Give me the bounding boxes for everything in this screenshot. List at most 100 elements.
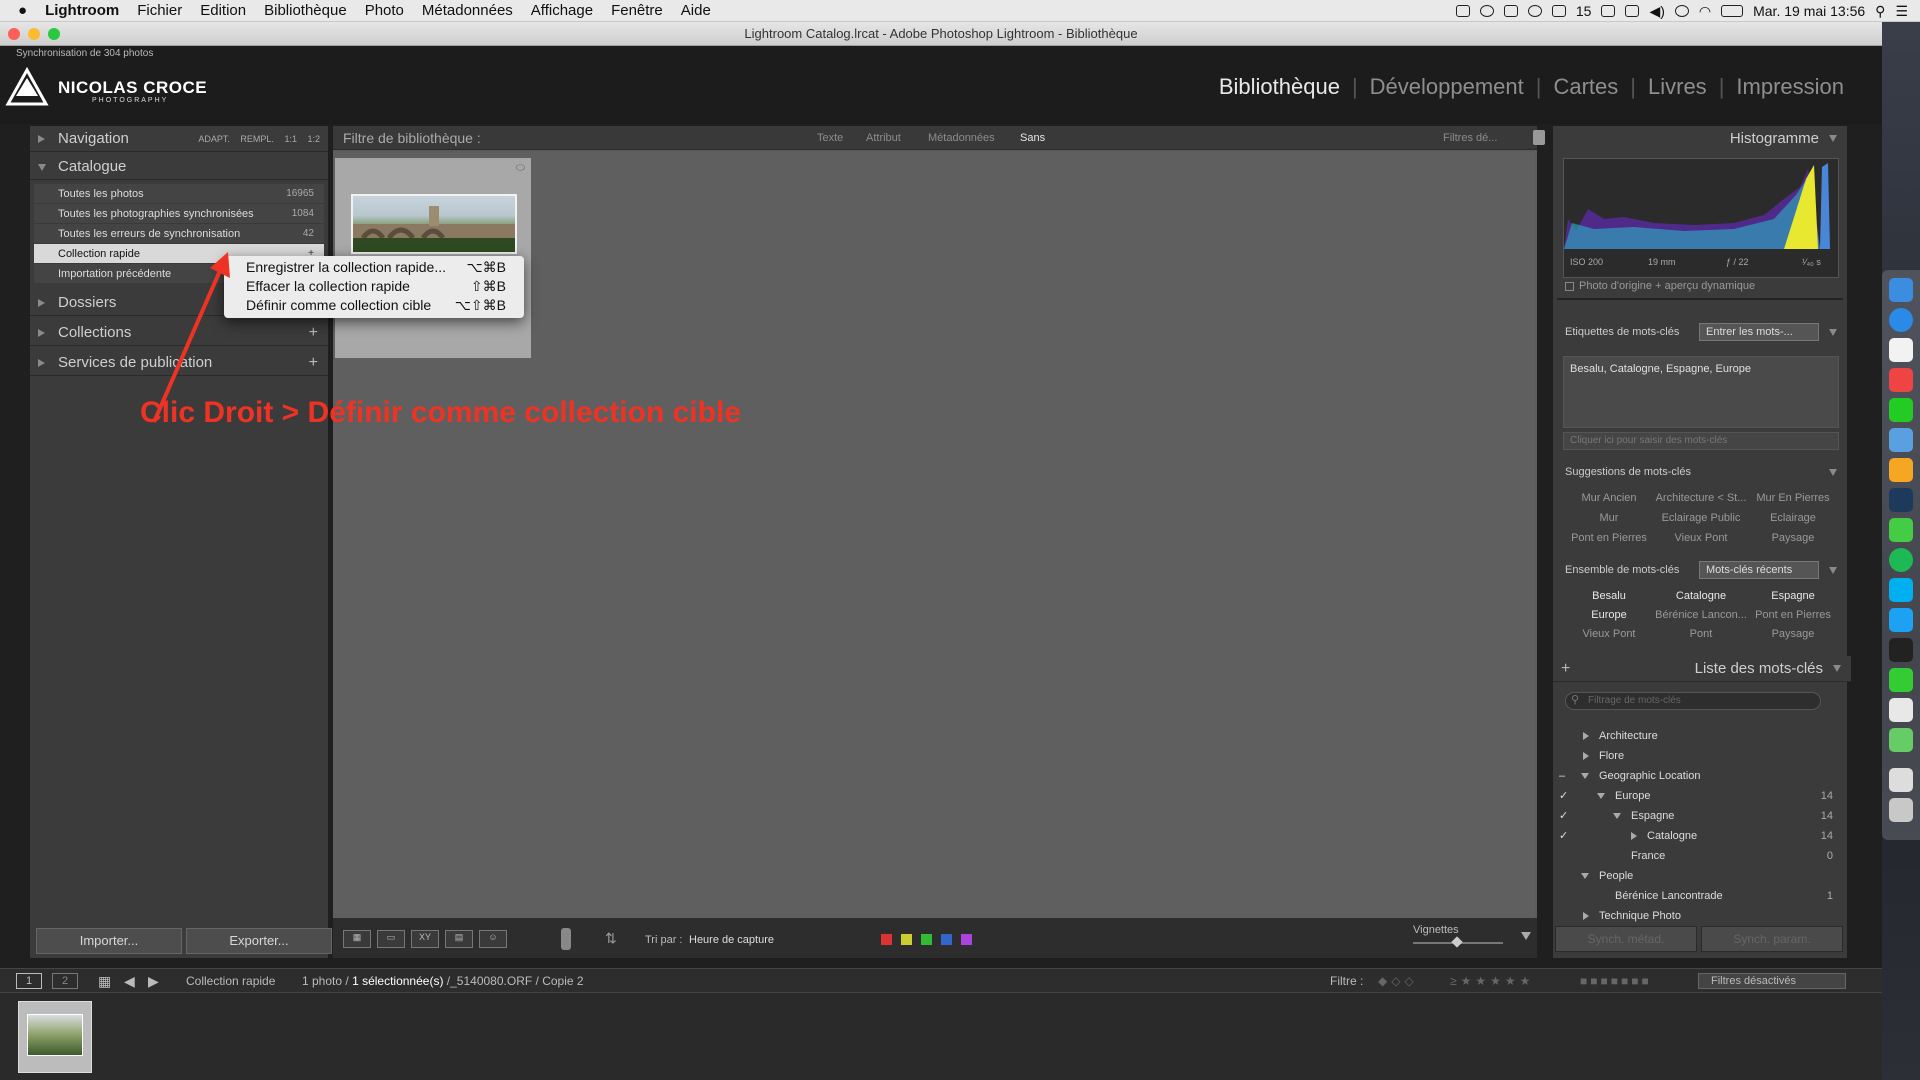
filter-tab-metadata[interactable]: Métadonnées xyxy=(928,126,995,150)
menu-photo[interactable]: Photo xyxy=(356,2,413,19)
filmstrip-thumbnail[interactable] xyxy=(18,1001,92,1073)
menu-help[interactable]: Aide xyxy=(672,2,720,19)
menu-window[interactable]: Fenêtre xyxy=(602,2,672,19)
suggestion-chip[interactable]: Eclairage xyxy=(1747,508,1839,528)
spotify-icon[interactable] xyxy=(1889,548,1913,572)
filter-flags-icon[interactable]: ◆◇◇ xyxy=(1378,969,1418,993)
expanded-triangle-icon[interactable] xyxy=(1581,873,1589,879)
expanded-triangle-icon[interactable] xyxy=(1829,329,1837,336)
keyword-set-dropdown[interactable]: Mots-clés récents xyxy=(1699,561,1819,579)
documents-icon[interactable] xyxy=(1889,768,1913,792)
loupe-view-icon[interactable]: ▭ xyxy=(377,930,405,948)
painter-icon[interactable] xyxy=(561,928,571,950)
keyword-entry-mode-dropdown[interactable]: Entrer les mots-... xyxy=(1699,323,1819,341)
keyword-list-header[interactable]: + Liste des mots-clés xyxy=(1553,656,1851,682)
status-icon[interactable] xyxy=(1551,5,1566,17)
clock[interactable]: Mar. 19 mai 13:56 xyxy=(1753,3,1865,19)
zoom-1-1[interactable]: 1:1 xyxy=(284,134,297,144)
keyword-set-item[interactable]: Pont en Pierres xyxy=(1747,605,1839,625)
keyword-row[interactable]: ✓ Espagne 14 xyxy=(1559,806,1843,826)
evernote-icon[interactable] xyxy=(1889,398,1913,422)
add-publish-service-icon[interactable]: + xyxy=(309,350,318,376)
main-window-button[interactable]: 1 xyxy=(16,973,42,989)
keyword-row[interactable]: Flore xyxy=(1559,746,1843,766)
photo-thumbnail[interactable] xyxy=(351,194,517,254)
catalog-item-sync-errors[interactable]: Toutes les erreurs de synchronisation 42 xyxy=(34,224,324,244)
module-print[interactable]: Impression xyxy=(1724,74,1856,100)
survey-view-icon[interactable]: ▤ xyxy=(445,930,473,948)
sort-direction-icon[interactable]: ⇅ xyxy=(605,930,617,947)
keyword-set-item[interactable]: Catalogne xyxy=(1655,586,1747,606)
menu-item-save-quick-collection[interactable]: Enregistrer la collection rapide... ⌥⌘B xyxy=(246,258,516,277)
histogram-header[interactable]: Histogramme xyxy=(1553,126,1847,152)
navigator-header[interactable]: Navigation ADAPT. REMPL. 1:1 1:2 xyxy=(30,126,328,152)
menu-library[interactable]: Bibliothèque xyxy=(255,2,356,19)
people-view-icon[interactable]: ☺ xyxy=(479,930,507,948)
calendar-icon[interactable] xyxy=(1889,338,1913,362)
status-icon[interactable] xyxy=(1503,5,1518,17)
zoom-fill[interactable]: REMPL. xyxy=(240,134,274,144)
close-button[interactable] xyxy=(8,28,20,40)
suggestion-chip[interactable]: Mur xyxy=(1563,508,1655,528)
minimize-button[interactable] xyxy=(28,28,40,40)
leaf-icon[interactable] xyxy=(1889,518,1913,542)
keyword-set-item[interactable]: Bérénice Lancon... xyxy=(1655,605,1747,625)
catalog-item-all-photos[interactable]: Toutes les photos 16965 xyxy=(34,184,324,204)
grid-view-icon[interactable]: ▦ xyxy=(343,930,371,948)
keyword-row[interactable]: – Geographic Location xyxy=(1559,766,1843,786)
menu-item-set-target-collection[interactable]: Définir comme collection cible ⌥⇧⌘B xyxy=(246,296,516,315)
skype-icon[interactable] xyxy=(1889,578,1913,602)
maps-icon[interactable] xyxy=(1889,728,1913,752)
suggestion-chip[interactable]: Mur Ancien xyxy=(1563,488,1655,508)
safari-icon[interactable] xyxy=(1889,308,1913,332)
label-green[interactable] xyxy=(921,934,932,945)
module-develop[interactable]: Développement xyxy=(1358,74,1536,100)
suggestion-chip[interactable]: Eclairage Public xyxy=(1655,508,1747,528)
twitter-icon[interactable] xyxy=(1889,608,1913,632)
status-icon[interactable] xyxy=(1625,5,1640,17)
menu-view[interactable]: Affichage xyxy=(522,2,602,19)
keyword-input[interactable]: Cliquer ici pour saisir des mots-clés xyxy=(1563,432,1839,450)
navigator-zoom-modes[interactable]: ADAPT. REMPL. 1:1 1:2 xyxy=(198,126,320,152)
quick-collection-badge-icon[interactable]: ⬭ xyxy=(516,162,525,175)
forward-arrow-icon[interactable]: ▶ xyxy=(148,969,159,993)
module-library[interactable]: Bibliothèque xyxy=(1207,74,1352,100)
grid-icon[interactable]: ▦ xyxy=(98,969,111,993)
expanded-triangle-icon[interactable] xyxy=(1829,469,1837,476)
label-red[interactable] xyxy=(881,934,892,945)
import-button[interactable]: Importer... xyxy=(36,928,182,954)
filter-tab-attribute[interactable]: Attribut xyxy=(866,126,901,150)
status-icon[interactable] xyxy=(1455,5,1470,17)
filter-stars-icon[interactable]: ≥★★★★★ xyxy=(1450,969,1534,993)
menu-app[interactable]: Lightroom xyxy=(36,2,128,19)
kindle-icon[interactable] xyxy=(1889,638,1913,662)
keyword-set-item[interactable]: Vieux Pont xyxy=(1563,624,1655,644)
label-yellow[interactable] xyxy=(901,934,912,945)
filmstrip-photo[interactable] xyxy=(27,1014,83,1056)
suggestion-chip[interactable]: Architecture < St... xyxy=(1655,488,1747,508)
expanded-triangle-icon[interactable] xyxy=(1829,567,1837,574)
keyword-set-item[interactable]: Besalu xyxy=(1563,586,1655,606)
keyword-set-item[interactable]: Europe xyxy=(1563,605,1655,625)
compare-view-icon[interactable]: XY xyxy=(411,930,439,948)
filter-presets-dropdown[interactable]: Filtres dé... xyxy=(1443,126,1497,150)
expanded-triangle-icon[interactable] xyxy=(1581,773,1589,779)
source-breadcrumb[interactable]: Collection rapide xyxy=(186,969,275,993)
keyword-row[interactable]: Architecture xyxy=(1559,726,1843,746)
lightroom-icon[interactable] xyxy=(1889,488,1913,512)
check-icon[interactable]: ✓ xyxy=(1559,806,1568,826)
sync-metadata-button[interactable]: Synch. métad. xyxy=(1555,926,1697,952)
keyword-filter-search[interactable]: Filtrage de mots-clés xyxy=(1565,692,1821,710)
tes-icon[interactable] xyxy=(1889,458,1913,482)
label-blue[interactable] xyxy=(941,934,952,945)
status-count[interactable]: 15 xyxy=(1576,3,1592,19)
photos-icon[interactable] xyxy=(1889,698,1913,722)
suggestion-chip[interactable]: Paysage xyxy=(1747,528,1839,548)
expanded-triangle-icon[interactable] xyxy=(1613,813,1621,819)
thumbnail-size-handle[interactable] xyxy=(1451,936,1463,948)
module-maps[interactable]: Cartes xyxy=(1541,74,1630,100)
add-keyword-icon[interactable]: + xyxy=(1561,656,1570,682)
catalog-item-synced[interactable]: Toutes les photographies synchronisées 1… xyxy=(34,204,324,224)
keyword-set-item[interactable]: Paysage xyxy=(1747,624,1839,644)
collapsed-triangle-icon[interactable] xyxy=(1583,752,1589,760)
